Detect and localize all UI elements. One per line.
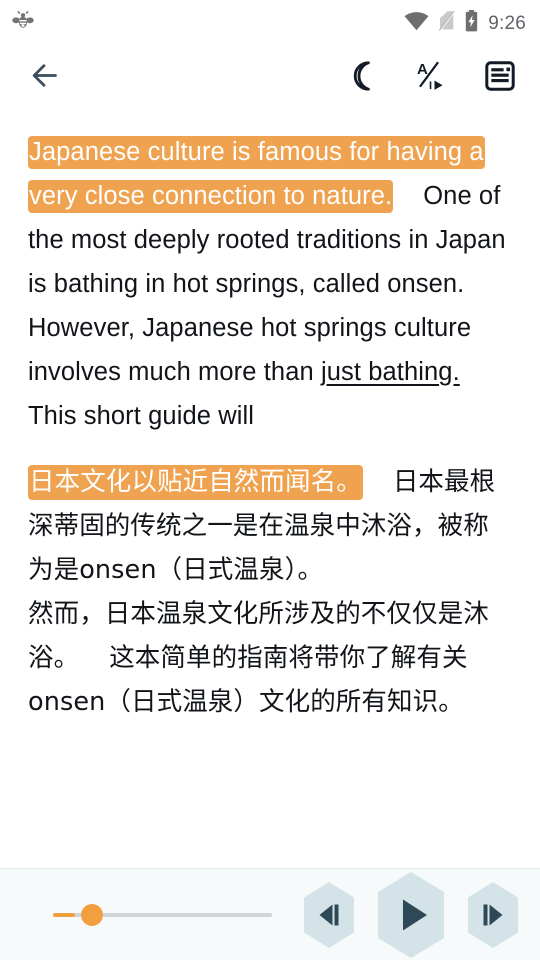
auto-read-button[interactable]: A I: [404, 51, 456, 103]
slider-thumb[interactable]: [81, 903, 103, 926]
previous-sentence-button[interactable]: [298, 880, 360, 950]
article-layout-icon: [482, 58, 518, 97]
status-clock: 9:26: [488, 12, 526, 34]
bee-icon: [10, 8, 36, 39]
back-button[interactable]: [18, 51, 70, 103]
highlighted-sentence-english[interactable]: Japanese culture is famous for having a …: [28, 136, 485, 213]
sentence-chinese-4[interactable]: 这本简单的指南将带你了解有关onsen（日式温泉）文化的所有知识。: [28, 643, 468, 717]
wifi-icon: [404, 11, 429, 36]
playback-speed-slider[interactable]: [18, 895, 286, 935]
app-toolbar: A I: [0, 46, 540, 108]
slider-fill: [53, 912, 75, 917]
reader-screen: 9:26 A I Japanese culture is famous for …: [0, 0, 540, 960]
night-mode-button[interactable]: [334, 51, 386, 103]
back-arrow-icon: [28, 59, 61, 95]
next-sentence-button[interactable]: [462, 880, 524, 950]
highlighted-sentence-chinese[interactable]: 日本文化以贴近自然而闻名。: [28, 465, 363, 500]
text-to-speech-icon: A I: [410, 58, 450, 97]
no-sim-icon: [438, 10, 457, 36]
status-bar-left: [10, 8, 36, 39]
paragraph-english[interactable]: Japanese culture is famous for having a …: [28, 130, 512, 438]
moon-icon: [342, 58, 378, 97]
svg-text:I: I: [429, 80, 432, 92]
status-bar-right: 9:26: [404, 9, 526, 37]
paragraph-chinese[interactable]: 日本文化以贴近自然而闻名。 日本最根深蒂固的传统之一是在温泉中沐浴，被称为是ons…: [28, 460, 512, 724]
status-bar: 9:26: [0, 0, 540, 46]
toolbar-actions: A I: [334, 51, 526, 103]
battery-charging-icon: [465, 9, 478, 37]
sentence-english-3[interactable]: This short guide will: [28, 402, 254, 430]
play-button[interactable]: [370, 869, 452, 960]
reading-layout-button[interactable]: [474, 51, 526, 103]
article-content[interactable]: Japanese culture is famous for having a …: [0, 108, 540, 868]
underlined-sentence-english[interactable]: just bathing.: [321, 358, 460, 386]
playback-controls: [298, 869, 524, 960]
svg-text:A: A: [417, 61, 428, 78]
audio-player-bar: [0, 868, 540, 960]
